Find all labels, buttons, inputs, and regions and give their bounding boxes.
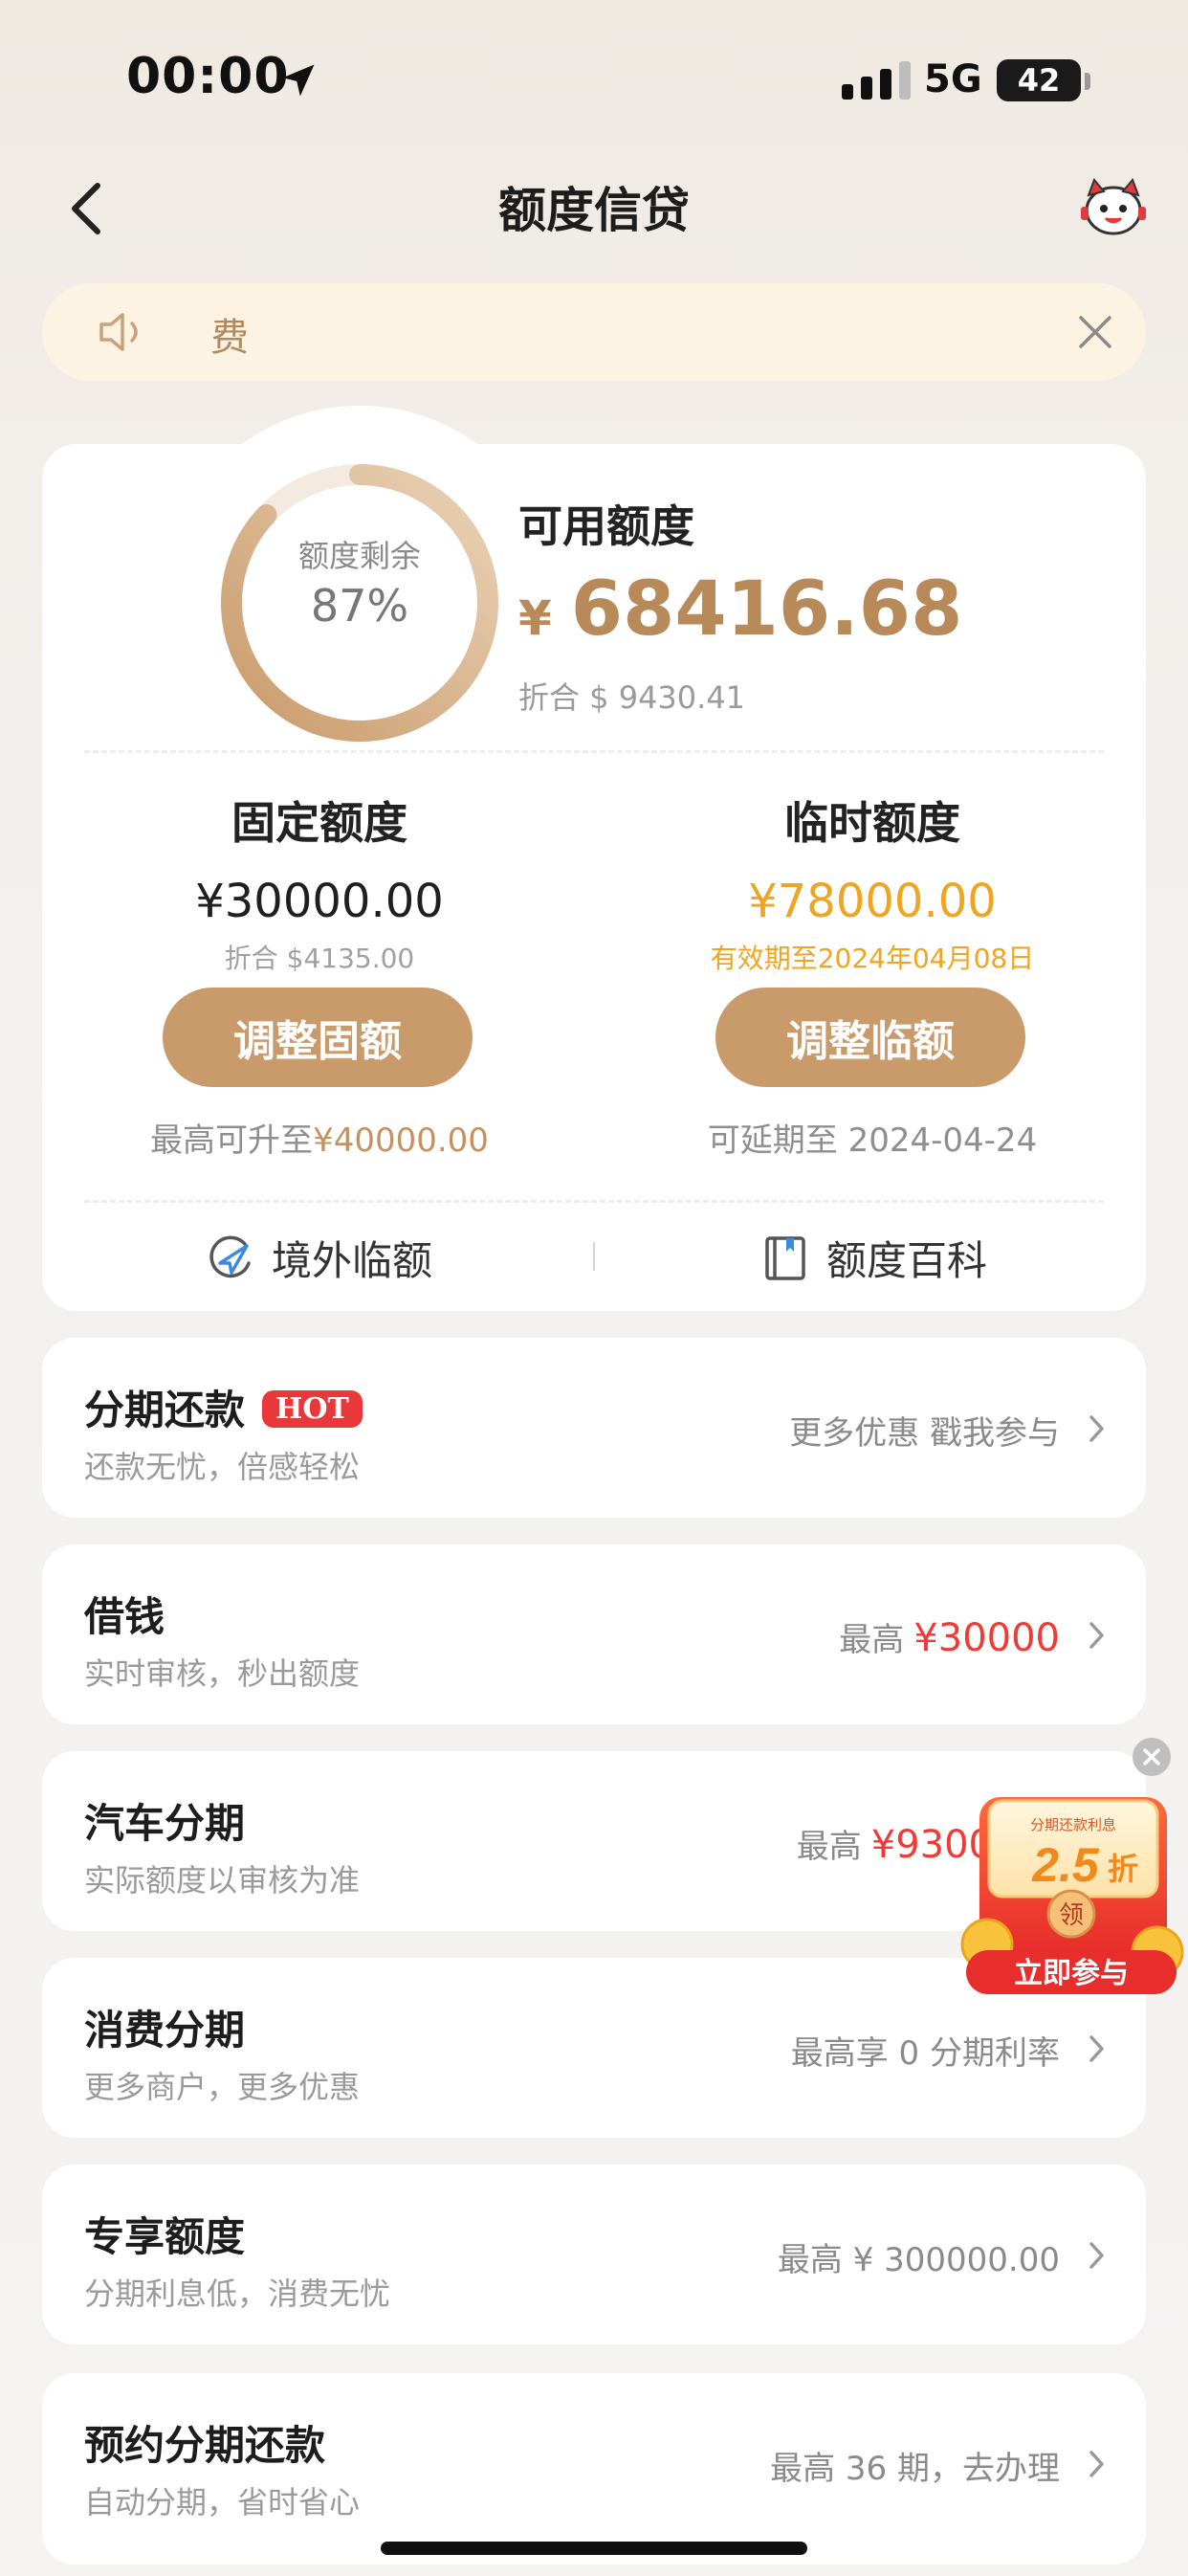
temp-quota-title: 临时额度	[784, 797, 960, 849]
item-right-text: 最高 36 期，去办理	[770, 2450, 1060, 2488]
list-item-exclusive-quota[interactable]: 专享额度 分期利息低，消费无忧 最高 ¥ 300000.00	[42, 2165, 1146, 2344]
fixed-quota-usd: 折合 $4135.00	[224, 943, 415, 974]
ring-label: 额度剩余	[297, 538, 421, 574]
fixed-quota-title: 固定额度	[231, 797, 407, 849]
close-icon[interactable]	[1073, 310, 1117, 354]
item-right-text: 最高 ¥ 300000.00	[777, 2241, 1060, 2279]
chevron-right-icon	[1089, 2242, 1104, 2269]
overseas-quota-link[interactable]: 境外临额	[207, 1229, 432, 1287]
available-usd: 折合 $ 9430.41	[518, 679, 746, 716]
item-subtitle: 实时审核，秒出额度	[84, 1655, 361, 1692]
network-type: 5G	[924, 57, 982, 101]
available-value: 68416.68	[570, 566, 963, 653]
fixed-quota-block: 固定额度 ¥30000.00 折合 $4135.00	[52, 788, 587, 976]
fixed-quota-value: ¥30000.00	[195, 875, 444, 928]
item-title: 预约分期还款	[84, 2422, 326, 2469]
promo-discount: 2.5	[1031, 1838, 1100, 1892]
quota-wiki-link[interactable]: 额度百科	[761, 1229, 987, 1287]
item-right-text: 最高享 0 分期利率	[790, 2034, 1060, 2073]
divider	[84, 1200, 1104, 1203]
available-amount: ¥68416.68	[518, 566, 962, 653]
home-indicator	[381, 2542, 807, 2555]
fixed-note-prefix: 最高可升至	[150, 1121, 314, 1160]
battery-icon: 42	[997, 59, 1081, 101]
item-subtitle: 实际额度以审核为准	[84, 1862, 361, 1899]
divider	[84, 750, 1104, 753]
list-item-installment-repay[interactable]: 分期还款 HOT 还款无忧，倍感轻松 更多优惠 戳我参与	[42, 1338, 1146, 1518]
temp-quota-value: ¥78000.00	[748, 875, 997, 928]
chevron-right-icon	[1089, 2451, 1104, 2477]
item-title: 汽车分期	[84, 1800, 246, 1847]
currency-symbol: ¥	[518, 590, 552, 646]
status-time: 00:00	[126, 48, 290, 105]
quota-wiki-label: 额度百科	[826, 1237, 988, 1284]
promo-top-text: 分期还款利息	[1030, 1817, 1116, 1833]
notice-bar[interactable]: 费	[42, 283, 1146, 381]
page-title: 额度信贷	[498, 183, 690, 238]
speaker-icon	[99, 313, 138, 351]
plane-globe-icon	[209, 1235, 251, 1277]
item-right-prefix: 最高	[839, 1621, 905, 1659]
adjust-temp-button[interactable]: 调整临额	[715, 988, 1025, 1087]
list-item-borrow[interactable]: 借钱 实时审核，秒出额度 最高 ¥30000	[42, 1544, 1146, 1724]
item-right-prefix: 最高	[796, 1828, 862, 1866]
battery-level: 42	[1017, 62, 1061, 99]
signal-icon	[842, 61, 911, 100]
book-icon	[765, 1235, 805, 1280]
item-title: 分期还款 HOT	[84, 1378, 363, 1436]
item-subtitle: 分期利息低，消费无忧	[84, 2276, 391, 2312]
item-title: 借钱	[84, 1593, 165, 1640]
item-title-text: 分期还款	[84, 1387, 246, 1433]
battery-cap	[1085, 73, 1090, 90]
fixed-note-amount: ¥40000.00	[313, 1121, 489, 1160]
notice-text: 费	[210, 316, 249, 360]
promo-coin-text: 领	[1059, 1900, 1084, 1929]
promo-discount-unit: 折	[1108, 1852, 1138, 1886]
fixed-quota-note: 最高可升至¥40000.00	[52, 1114, 587, 1161]
item-title: 消费分期	[84, 2007, 246, 2054]
item-subtitle: 还款无忧，倍感轻松	[84, 1449, 361, 1485]
nav-bar: 额度信贷	[0, 163, 1188, 249]
available-label: 可用额度	[518, 500, 694, 552]
chevron-right-icon	[1089, 1415, 1104, 1442]
link-separator	[593, 1242, 595, 1271]
chevron-right-icon	[1089, 1622, 1104, 1649]
item-right-amount: ¥30000	[913, 1616, 1060, 1660]
item-title: 专享额度	[84, 2213, 246, 2260]
overseas-quota-label: 境外临额	[272, 1237, 433, 1284]
temp-quota-note: 可延期至 2024-04-24	[707, 1121, 1038, 1160]
promo-cta: 立即参与	[1014, 1957, 1129, 1989]
item-subtitle: 更多商户，更多优惠	[84, 2069, 361, 2105]
item-right-text: 更多优惠 戳我参与	[789, 1414, 1060, 1453]
status-bar: 00:00 5G 42	[0, 0, 1188, 144]
list-item-scheduled-installment[interactable]: 预约分期还款 自动分期，省时省心 最高 36 期，去办理	[42, 2373, 1146, 2565]
temp-quota-block: 临时额度 ¥78000.00 有效期至2024年04月08日	[605, 788, 1140, 976]
item-right-text: 最高 ¥30000	[839, 1613, 1060, 1660]
mascot-service-icon[interactable]	[1079, 174, 1148, 237]
ring-percent: 87%	[310, 580, 409, 632]
hot-badge: HOT	[262, 1390, 363, 1428]
adjust-fixed-button[interactable]: 调整固额	[163, 988, 473, 1087]
chevron-right-icon	[1089, 2035, 1104, 2062]
temp-quota-expiry: 有效期至2024年04月08日	[710, 943, 1035, 974]
item-subtitle: 自动分期，省时省心	[84, 2484, 361, 2520]
promo-red-envelope[interactable]: 分期还款利息 2.5 折 领 立即参与	[960, 1734, 1184, 2002]
location-arrow-icon	[282, 64, 315, 97]
credit-summary-card: 额度剩余 87% 可用额度 ¥68416.68 折合 $ 9430.41 固定额…	[42, 406, 1146, 1311]
